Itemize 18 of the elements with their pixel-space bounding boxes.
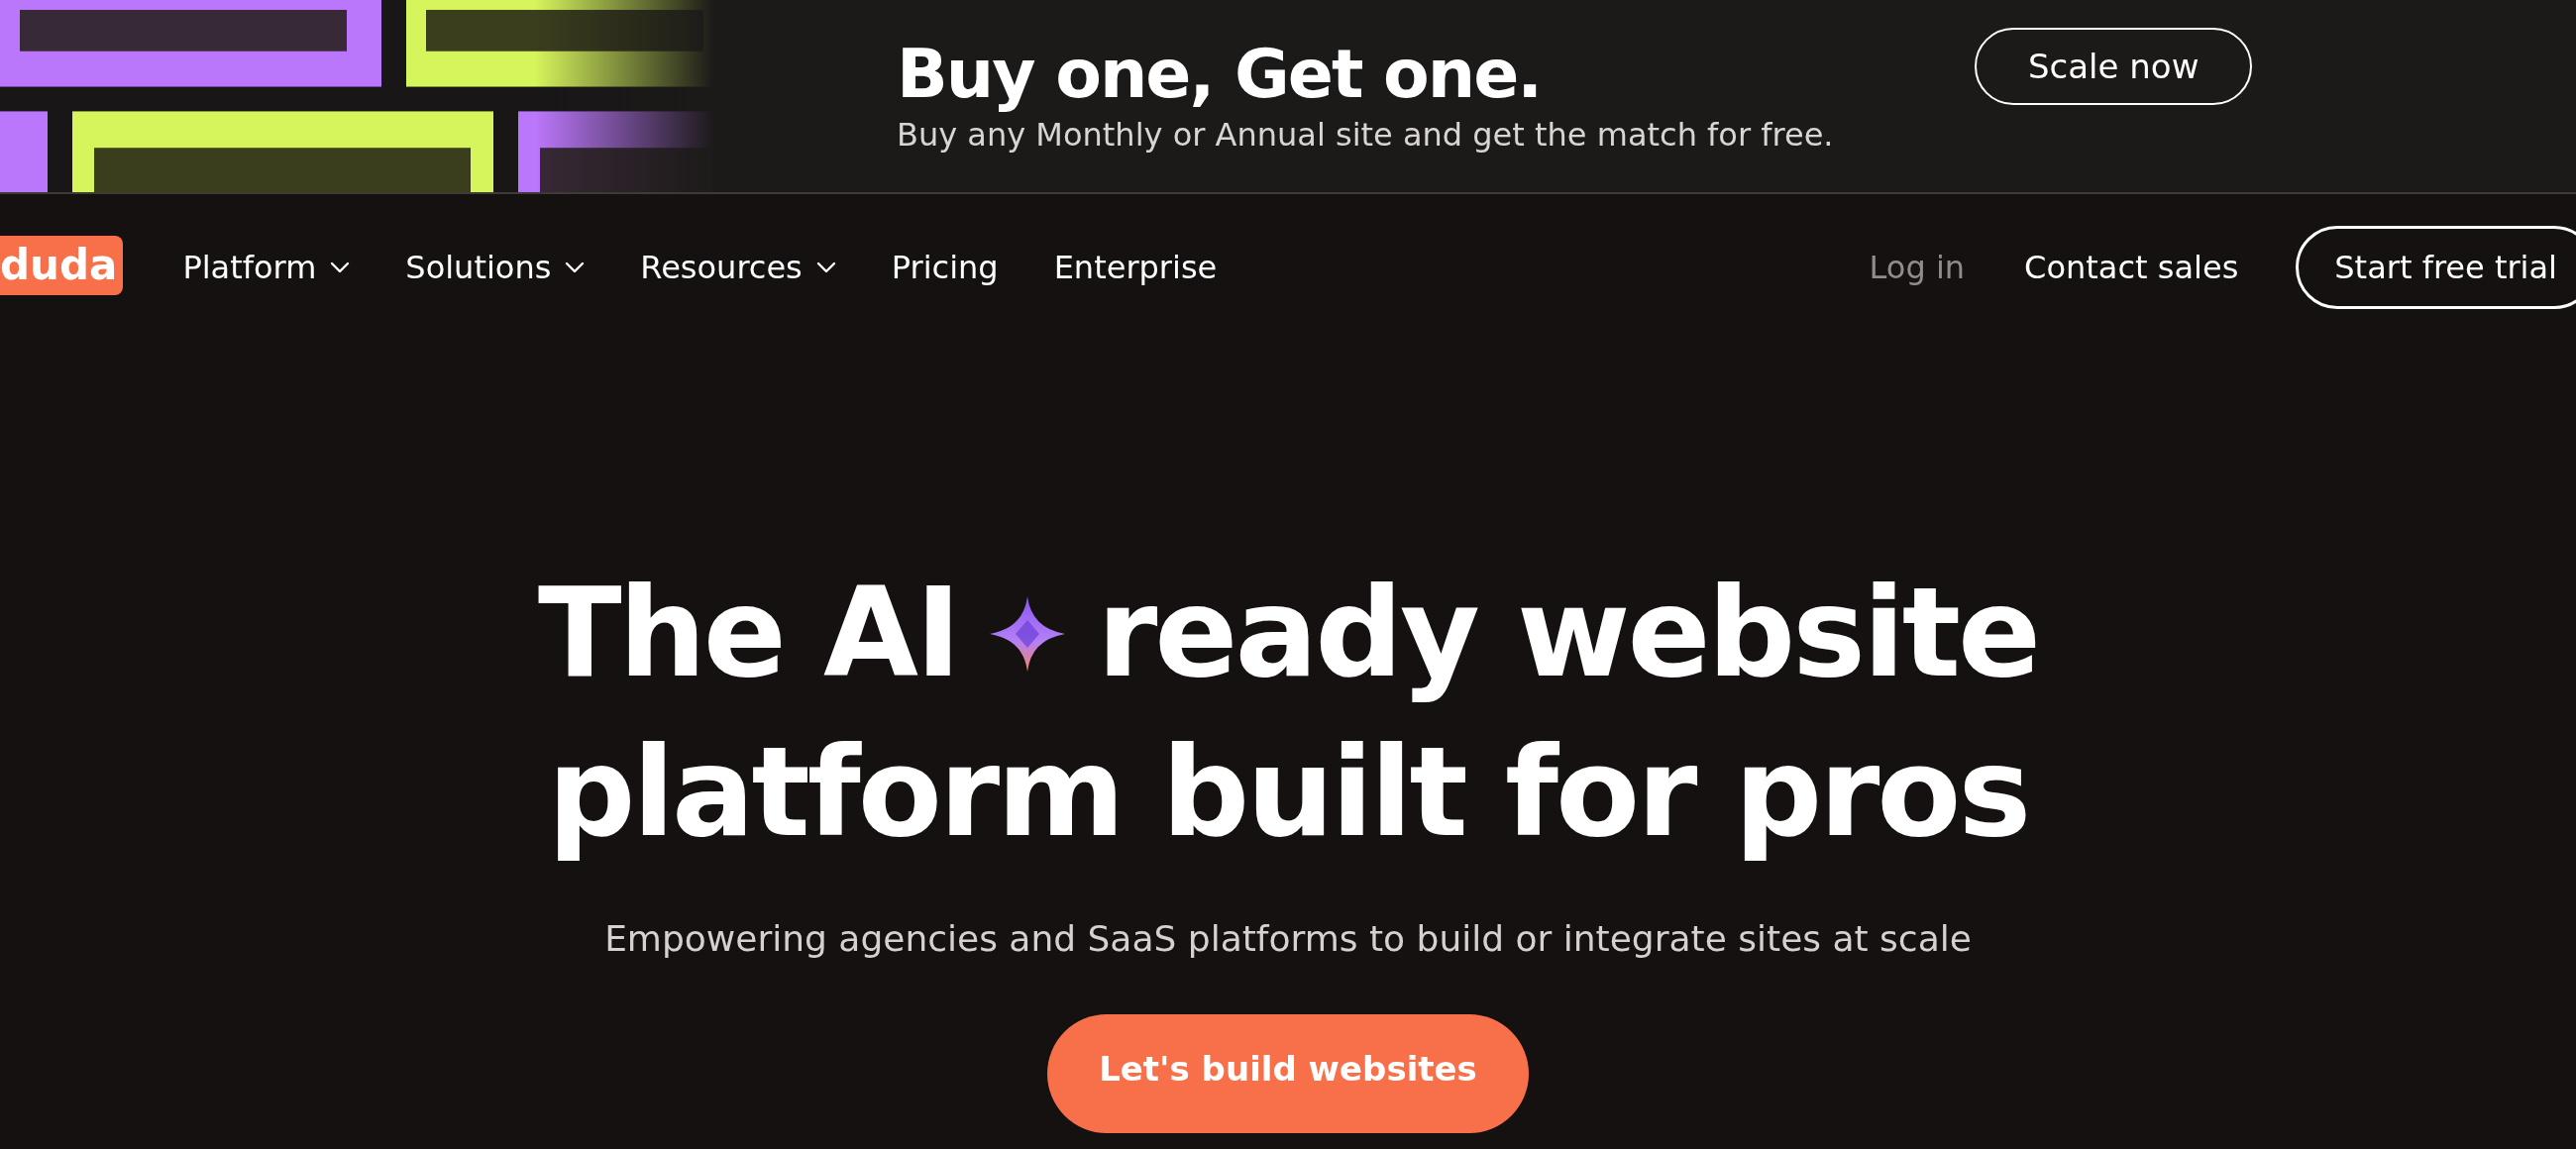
nav-item[interactable]: Enterprise (1053, 249, 1218, 286)
nav-item[interactable]: Platform (182, 249, 351, 286)
promo-title: Buy one, Get one. (897, 39, 1543, 110)
headline-text: ready website (1097, 561, 2038, 706)
promo-subtitle: Buy any Monthly or Annual site and get the match for free. (897, 115, 1835, 154)
start-free-trial-button[interactable]: Start free trial (2296, 226, 2576, 309)
hero-subtitle: Empowering agencies and SaaS platforms to build or integrate sites at scale (604, 918, 1972, 960)
nav-item[interactable]: Resources (640, 249, 836, 286)
chevron-down-icon (815, 261, 836, 273)
chevron-down-icon (330, 261, 351, 273)
nav-item[interactable]: Pricing (891, 249, 999, 286)
headline-text: The AI (538, 561, 959, 706)
headline-text: platform built for pros (547, 720, 2029, 867)
nav-item[interactable]: Solutions (405, 249, 586, 286)
chevron-down-icon (565, 261, 586, 273)
contact-sales-link[interactable]: Contact sales (2024, 249, 2239, 286)
scale-now-button[interactable]: Scale now (1975, 28, 2253, 105)
login-link[interactable]: Log in (1869, 249, 1966, 286)
